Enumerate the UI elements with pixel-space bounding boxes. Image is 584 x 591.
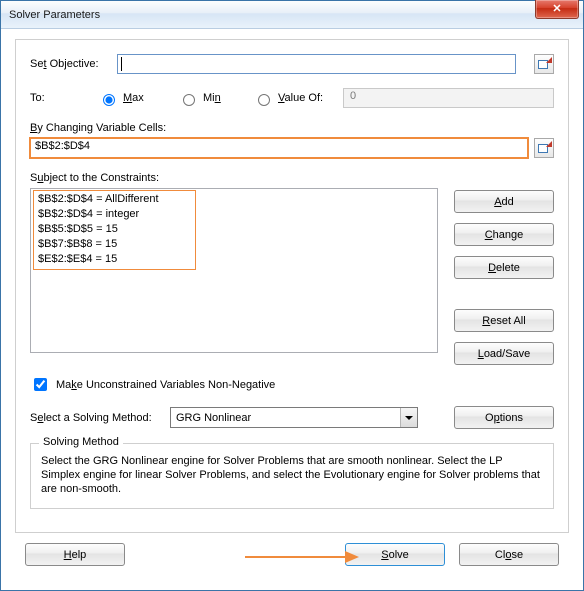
close-button[interactable]: Close bbox=[459, 543, 559, 566]
solver-dialog: Solver Parameters ✕ Set Objective: To: bbox=[0, 0, 584, 591]
dialog-body: Set Objective: To: Max Min bbox=[1, 29, 583, 590]
nonneg-checkbox[interactable] bbox=[34, 378, 47, 391]
window-close-button[interactable]: ✕ bbox=[535, 0, 579, 19]
radio-valueof[interactable]: Value Of: bbox=[253, 91, 343, 106]
main-panel: Set Objective: To: Max Min bbox=[15, 39, 569, 533]
reset-all-button[interactable]: Reset All bbox=[454, 309, 554, 332]
method-select[interactable]: GRG Nonlinear bbox=[170, 407, 418, 428]
solving-method-group: Solving Method Select the GRG Nonlinear … bbox=[30, 443, 554, 509]
changing-section: By Changing Variable Cells: $B$2:$D$4 bbox=[30, 122, 554, 158]
constraint-item[interactable]: $B$7:$B$8 = 15 bbox=[38, 237, 159, 252]
method-label: Select a Solving Method: bbox=[30, 412, 160, 424]
window-title: Solver Parameters bbox=[9, 9, 100, 21]
constraints-section: Subject to the Constraints: $B$2:$D$4 = … bbox=[30, 172, 554, 365]
to-row: To: Max Min Value Of: 0 bbox=[30, 88, 554, 108]
objective-input[interactable] bbox=[117, 54, 517, 74]
arrow-annotation-icon bbox=[245, 547, 365, 567]
constraints-buttons: Add Change Delete Reset All Load/Save bbox=[454, 172, 554, 365]
changing-ref-button[interactable] bbox=[534, 138, 554, 158]
method-row: Select a Solving Method: GRG Nonlinear O… bbox=[30, 406, 554, 429]
valueof-input[interactable]: 0 bbox=[343, 88, 554, 108]
set-objective-label: Set Objective: bbox=[30, 58, 99, 70]
delete-button[interactable]: Delete bbox=[454, 256, 554, 279]
changing-label: By Changing Variable Cells: bbox=[30, 122, 166, 134]
help-button[interactable]: Help bbox=[25, 543, 125, 566]
constraints-label: Subject to the Constraints: bbox=[30, 172, 438, 184]
nonneg-label: Make Unconstrained Variables Non-Negativ… bbox=[56, 379, 275, 391]
dialog-footer: Help Solve Close bbox=[15, 533, 569, 578]
load-save-button[interactable]: Load/Save bbox=[454, 342, 554, 365]
objective-ref-button[interactable] bbox=[534, 54, 554, 74]
constraint-item[interactable]: $B$2:$D$4 = integer bbox=[38, 207, 159, 222]
radio-max-input[interactable] bbox=[103, 94, 115, 106]
constraints-listbox[interactable]: $B$2:$D$4 = AllDifferent$B$2:$D$4 = inte… bbox=[30, 188, 438, 353]
constraint-item[interactable]: $E$2:$E$4 = 15 bbox=[38, 252, 159, 267]
to-label: To: bbox=[30, 92, 98, 104]
radio-valueof-input[interactable] bbox=[258, 94, 270, 106]
caret bbox=[121, 57, 122, 71]
close-icon: ✕ bbox=[552, 3, 561, 15]
radio-min[interactable]: Min bbox=[178, 91, 253, 106]
range-select-icon bbox=[538, 58, 550, 70]
changing-cells-input[interactable]: $B$2:$D$4 bbox=[30, 138, 528, 158]
solving-method-title: Solving Method bbox=[39, 436, 123, 448]
constraint-item[interactable]: $B$5:$D$5 = 15 bbox=[38, 222, 159, 237]
radio-min-input[interactable] bbox=[183, 94, 195, 106]
options-button[interactable]: Options bbox=[454, 406, 554, 429]
titlebar: Solver Parameters ✕ bbox=[1, 1, 583, 29]
change-button[interactable]: Change bbox=[454, 223, 554, 246]
constraint-item[interactable]: $B$2:$D$4 = AllDifferent bbox=[38, 192, 159, 207]
objective-row: Set Objective: bbox=[30, 54, 554, 74]
solving-method-desc: Select the GRG Nonlinear engine for Solv… bbox=[41, 454, 543, 496]
range-select-icon bbox=[538, 142, 550, 154]
add-button[interactable]: Add bbox=[454, 190, 554, 213]
chevron-down-icon bbox=[400, 408, 417, 427]
radio-max[interactable]: Max bbox=[98, 91, 178, 106]
nonneg-checkbox-row[interactable]: Make Unconstrained Variables Non-Negativ… bbox=[30, 375, 554, 394]
